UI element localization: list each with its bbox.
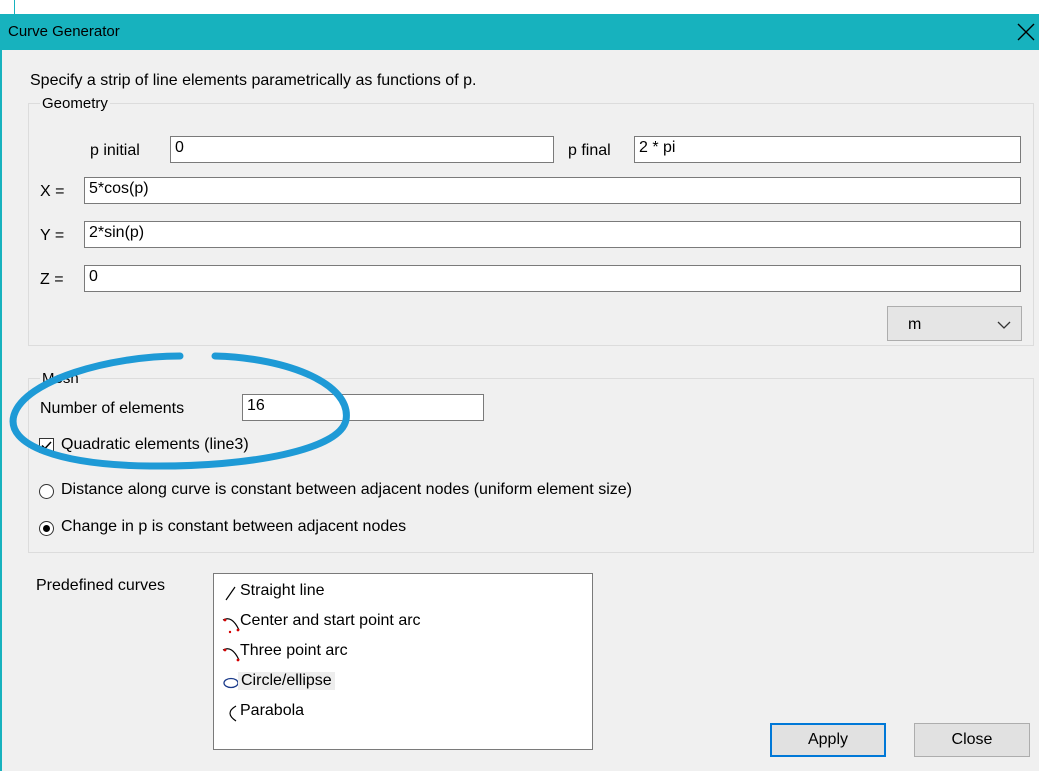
list-item-label: Straight line bbox=[240, 582, 325, 599]
background-window-strip bbox=[0, 0, 1039, 14]
list-item[interactable]: Straight line bbox=[214, 578, 584, 606]
quadratic-elements-checkbox[interactable] bbox=[39, 438, 54, 453]
parabola-icon bbox=[222, 704, 240, 722]
arc-icon bbox=[222, 644, 240, 662]
y-label: Y = bbox=[40, 227, 65, 244]
list-item-label: Three point arc bbox=[240, 642, 348, 659]
list-item-label: Parabola bbox=[240, 702, 305, 719]
radio-change-in-p-constant[interactable] bbox=[39, 521, 54, 536]
checkmark-icon bbox=[41, 441, 52, 450]
units-value: m bbox=[908, 316, 922, 333]
radio-distance-constant[interactable] bbox=[39, 484, 54, 499]
close-window-button[interactable] bbox=[1009, 14, 1039, 50]
apply-button[interactable]: Apply bbox=[770, 723, 886, 757]
z-label: Z = bbox=[40, 271, 64, 288]
list-item[interactable]: Center and start point arc bbox=[214, 608, 584, 636]
list-item[interactable]: Three point arc bbox=[214, 638, 584, 666]
radio-distance-constant-label[interactable]: Distance along curve is constant between… bbox=[61, 481, 632, 499]
arc-icon bbox=[222, 614, 240, 634]
mesh-group-label: Mesh bbox=[40, 370, 81, 387]
number-of-elements-label: Number of elements bbox=[40, 400, 185, 417]
x-expression-field[interactable]: 5*cos(p) bbox=[84, 177, 1021, 204]
list-item[interactable]: Parabola bbox=[214, 698, 584, 726]
number-of-elements-field[interactable]: 16 bbox=[242, 394, 484, 421]
predefined-curves-label: Predefined curves bbox=[36, 577, 165, 594]
list-item-selected[interactable]: Circle/ellipse bbox=[214, 668, 584, 696]
window-frame-left bbox=[0, 14, 2, 771]
units-dropdown[interactable]: m bbox=[887, 306, 1022, 341]
p-final-field[interactable]: 2 * pi bbox=[634, 136, 1021, 163]
p-initial-field[interactable]: 0 bbox=[170, 136, 554, 163]
close-button[interactable]: Close bbox=[914, 723, 1030, 757]
geometry-group-label: Geometry bbox=[40, 95, 110, 112]
predefined-curves-list[interactable]: Straight line Center and start point arc… bbox=[213, 573, 593, 750]
p-final-label: p final bbox=[568, 142, 611, 159]
list-item-label: Circle/ellipse bbox=[238, 672, 335, 690]
quadratic-elements-label[interactable]: Quadratic elements (line3) bbox=[61, 436, 249, 454]
window-title: Curve Generator bbox=[8, 23, 120, 40]
title-bar: Curve Generator bbox=[0, 14, 1039, 50]
close-icon bbox=[1017, 23, 1035, 41]
radio-change-in-p-constant-label[interactable]: Change in p is constant between adjacent… bbox=[61, 518, 406, 536]
chevron-down-icon bbox=[997, 317, 1011, 335]
z-expression-field[interactable]: 0 bbox=[84, 265, 1021, 292]
background-window-edge bbox=[14, 0, 15, 14]
x-label: X = bbox=[40, 183, 65, 200]
description-text: Specify a strip of line elements paramet… bbox=[30, 72, 477, 89]
p-initial-label: p initial bbox=[90, 142, 140, 159]
y-expression-field[interactable]: 2*sin(p) bbox=[84, 221, 1021, 248]
list-item-label: Center and start point arc bbox=[240, 612, 421, 629]
radio-selected-dot bbox=[43, 525, 50, 532]
straight-line-icon bbox=[222, 584, 240, 602]
